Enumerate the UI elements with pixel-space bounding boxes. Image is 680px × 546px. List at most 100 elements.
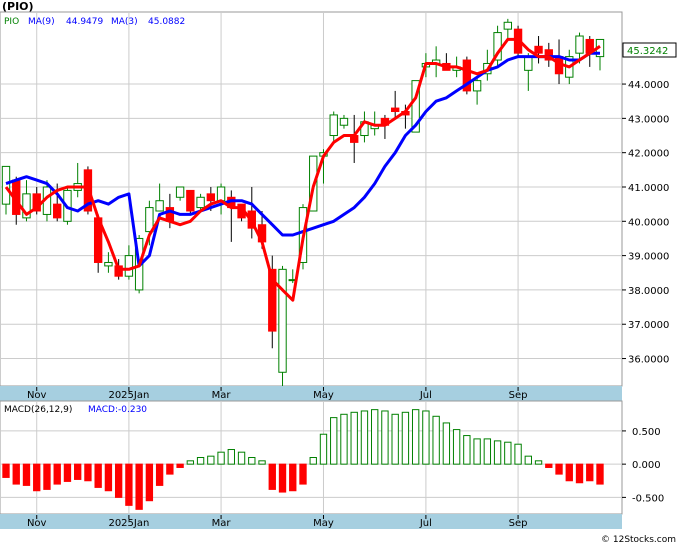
macd-bar-positive [514, 443, 522, 465]
price-y-tick-label: 37.0000 [628, 320, 669, 331]
candle-body-up [175, 186, 185, 198]
macd-bar-positive [207, 455, 215, 465]
macd-bar-negative [555, 463, 563, 475]
macd-bar-positive [237, 451, 246, 465]
price-y-tick-label: 44.0000 [628, 80, 669, 91]
candle-body-down [534, 45, 543, 54]
macd-bar-negative [575, 463, 584, 484]
price-y-tick-label: 40.0000 [628, 217, 669, 228]
macd-bar-negative [53, 463, 61, 485]
candle [278, 265, 287, 386]
macd-y-tick-label: -0.500 [632, 493, 664, 504]
macd-bar-positive [196, 457, 205, 465]
price-y-axis: 36.0000 37.0000 38.0000 39.0000 40.0000 41.00… [622, 80, 669, 366]
macd-x-label: Jul [419, 518, 432, 529]
macd-y-tick-label: 0.000 [632, 460, 661, 471]
macd-value-label: MACD:-0.230 [88, 405, 147, 415]
macd-bar-positive [248, 457, 256, 465]
candle-body-down [186, 189, 195, 212]
macd-bar-negative [125, 463, 133, 506]
macd-x-label: Mar [212, 518, 232, 529]
macd-bar-positive [524, 455, 532, 465]
macd-y-axis: 0.500 0.000 -0.500 [622, 427, 664, 504]
macd-x-label: 2025Jan [108, 518, 149, 529]
macd-bar-negative [2, 463, 10, 478]
macd-bar-positive [217, 451, 225, 465]
macd-bar-positive [534, 460, 543, 465]
candle-body-up [329, 114, 338, 137]
macd-bar-positive [422, 410, 430, 465]
macd-bar-negative [94, 463, 102, 488]
macd-title: MACD(26,12,9) [4, 405, 72, 415]
candle-body-up [196, 196, 205, 209]
macd-bar-negative [166, 463, 174, 475]
price-panel: 36.0000 37.0000 38.0000 39.0000 40.0000 41.00… [0, 0, 677, 387]
macd-bar-positive [391, 413, 399, 465]
macd-bar-negative [268, 463, 276, 490]
candle-body-down [206, 193, 216, 202]
macd-bar-positive [186, 460, 195, 465]
macd-bar-positive [463, 435, 471, 465]
candle-body-up [216, 186, 226, 202]
macd-bar-positive [350, 411, 358, 465]
candle-body-up [575, 35, 584, 54]
legend-ma3-label: MA(3) [111, 17, 138, 27]
candle-body-up [524, 56, 533, 71]
last-price-label: 45.3242 [627, 46, 668, 57]
price-x-label: Nov [27, 390, 47, 401]
candle-body-down [390, 107, 400, 113]
macd-bar-positive [432, 415, 440, 465]
candle-body-down [53, 203, 62, 219]
price-y-tick-label: 39.0000 [628, 252, 669, 263]
macd-bar-negative [278, 463, 287, 493]
macd-panel: 0.500 0.000 -0.500 MACD(26,12,9) MACD:-0.2… [0, 400, 664, 515]
macd-bar-negative [299, 463, 307, 485]
candle-body-up [503, 21, 513, 30]
macd-bar-negative [145, 463, 154, 502]
macd-bar-positive [473, 438, 481, 465]
macd-bar-negative [155, 463, 164, 486]
macd-bar-negative [43, 463, 51, 490]
legend-symbol: PIO [4, 17, 19, 27]
candle-body-up [1, 165, 11, 205]
macd-bar-positive [401, 411, 410, 465]
macd-bar-positive [319, 433, 328, 465]
macd-bar-positive [411, 409, 420, 465]
macd-bar-positive [330, 417, 338, 465]
price-y-tick-label: 38.0000 [628, 286, 669, 297]
macd-bar-positive [371, 409, 379, 465]
macd-x-label: Sep [509, 518, 528, 529]
macd-bar-positive [442, 422, 451, 465]
copyright-footer: © 12Stocks.com [601, 535, 676, 545]
price-x-label: Mar [212, 390, 232, 401]
macd-bar-positive [227, 449, 235, 465]
macd-bar-negative [135, 463, 143, 510]
macd-bar-negative [63, 463, 72, 482]
macd-bar-negative [22, 463, 31, 486]
candle-body-up [472, 80, 482, 92]
macd-bar-negative [84, 463, 92, 482]
macd-bar-positive [483, 438, 492, 465]
price-chart-title: (PIO) [2, 0, 34, 13]
legend-ma3-value: 45.0882 [148, 17, 185, 27]
price-y-tick-label: 43.0000 [628, 114, 669, 125]
legend-ma9-label: MA(9) [28, 17, 55, 27]
legend-ma9-value: 44.9479 [66, 17, 103, 27]
macd-bar-positive [381, 410, 389, 465]
macd-bar-negative [12, 463, 20, 485]
macd-bar-negative [596, 463, 604, 485]
candle [186, 189, 195, 215]
candle-body-up [155, 200, 164, 212]
macd-bar-positive [258, 460, 266, 465]
macd-bar-negative [289, 463, 297, 492]
macd-bar-positive [493, 440, 502, 465]
macd-bar-negative [104, 463, 113, 492]
candle [462, 56, 472, 95]
candle-body-up [278, 268, 287, 373]
macd-x-axis-band [0, 514, 622, 529]
macd-bar-negative [114, 463, 123, 498]
macd-bar-negative [586, 463, 594, 482]
price-y-tick-label: 41.0000 [628, 183, 669, 194]
candle-body-up [104, 261, 113, 267]
macd-bar-negative [33, 463, 41, 492]
